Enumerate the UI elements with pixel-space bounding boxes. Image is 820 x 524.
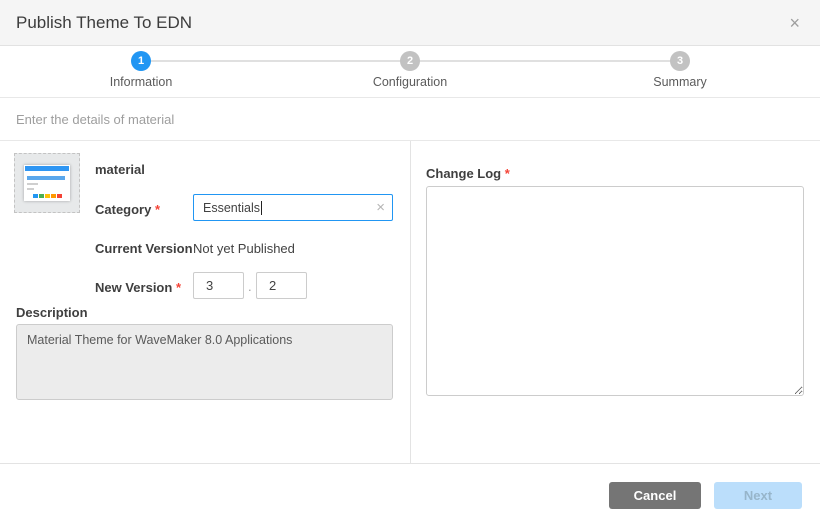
step-configuration: 2 Configuration (340, 51, 480, 89)
change-log-textarea[interactable] (426, 186, 804, 396)
step-information: 1 Information (71, 51, 211, 89)
change-log-label: Change Log * (426, 166, 510, 181)
step-3-badge: 3 (670, 51, 690, 71)
dialog-body: material Category * Essentials × Current… (0, 141, 820, 463)
theme-color-swatches (33, 194, 62, 198)
publish-theme-dialog: Publish Theme To EDN × 1 Information 2 C… (0, 0, 820, 524)
version-minor-input[interactable] (256, 272, 307, 299)
step-3-label: Summary (610, 75, 750, 89)
information-form-panel: material Category * Essentials × Current… (0, 141, 411, 463)
change-log-panel: Change Log * (411, 141, 820, 463)
current-version-value: Not yet Published (193, 241, 295, 256)
category-input-value: Essentials (203, 201, 260, 215)
step-summary: 3 Summary (610, 51, 750, 89)
version-separator: . (248, 279, 252, 294)
theme-thumbnail (14, 153, 80, 213)
theme-preview-image (24, 165, 70, 201)
subheader: Enter the details of material (0, 98, 820, 141)
dialog-footer: Cancel Next (0, 463, 820, 524)
required-asterisk: * (176, 280, 181, 295)
step-2-label: Configuration (340, 75, 480, 89)
wizard-stepper: 1 Information 2 Configuration 3 Summary (0, 46, 820, 98)
category-input[interactable]: Essentials × (193, 194, 393, 221)
version-major-input[interactable] (193, 272, 244, 299)
clear-input-icon[interactable]: × (376, 200, 385, 215)
text-cursor (261, 201, 262, 215)
category-label: Category * (95, 202, 160, 217)
description-label: Description (16, 305, 88, 320)
cancel-button[interactable]: Cancel (609, 482, 701, 509)
dialog-header: Publish Theme To EDN × (0, 0, 820, 46)
step-1-label: Information (71, 75, 211, 89)
description-textarea[interactable]: Material Theme for WaveMaker 8.0 Applica… (16, 324, 393, 400)
step-2-badge: 2 (400, 51, 420, 71)
close-icon[interactable]: × (785, 12, 804, 34)
required-asterisk: * (155, 202, 160, 217)
step-1-badge: 1 (131, 51, 151, 71)
subheader-text: Enter the details of material (16, 112, 174, 127)
dialog-title: Publish Theme To EDN (16, 13, 192, 33)
required-asterisk: * (505, 166, 510, 181)
new-version-label: New Version * (95, 280, 181, 295)
next-button[interactable]: Next (714, 482, 802, 509)
theme-name-label: material (95, 162, 145, 177)
current-version-label: Current Version (95, 241, 193, 256)
